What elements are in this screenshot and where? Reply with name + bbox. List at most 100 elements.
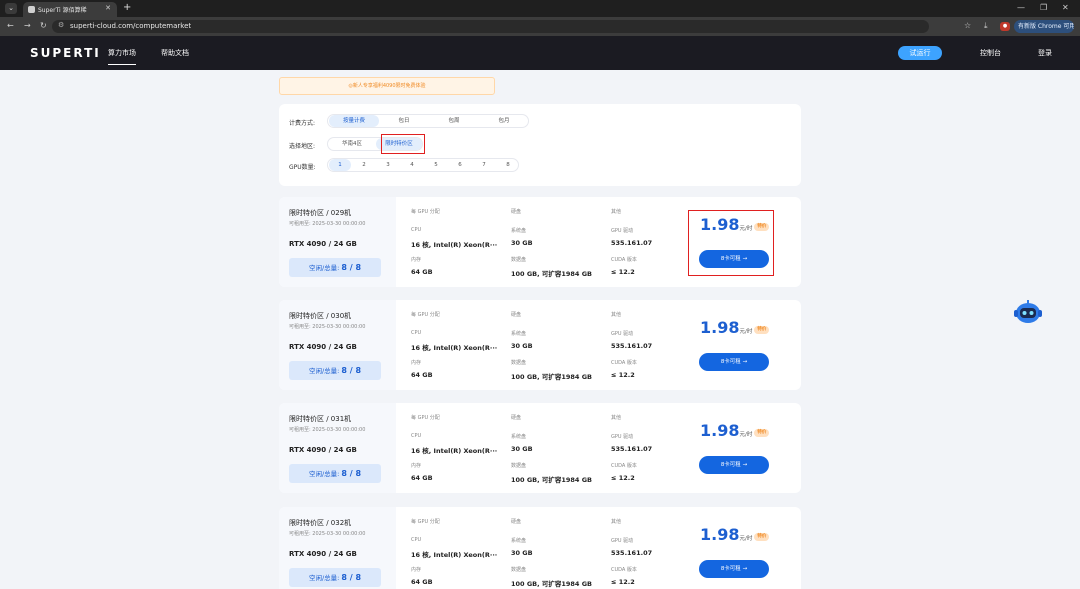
download-icon[interactable]: ⤓ — [984, 21, 988, 31]
gpu-driver-value: 535.161.07 — [611, 342, 653, 350]
trial-button[interactable]: 试运行 — [898, 46, 942, 60]
promo-notice[interactable]: ◎新人专享福利4090限时免费体验 — [279, 77, 495, 95]
browser-toolbar: ← → ↻ ⚙ superti-cloud.com/computemarket … — [0, 17, 1080, 36]
gpu-count-selector: 1 2 3 4 5 6 7 8 — [327, 158, 519, 172]
machine-card: 限时特价区 / 030机 可租用至: 2025-03-30 00:00:00 R… — [279, 300, 801, 390]
extension-icon[interactable]: ● — [1000, 22, 1010, 31]
other-label: 其他 — [611, 312, 622, 318]
free-total-value: 8 / 8 — [341, 263, 362, 272]
machine-card: 限时特价区 / 032机 可租用至: 2025-03-30 00:00:00 R… — [279, 507, 801, 589]
per-gpu-label: 每 GPU 分配 — [411, 209, 440, 215]
memory-value: 64 GB — [411, 268, 433, 276]
highlight-box-price — [688, 210, 774, 276]
system-disk-value: 30 GB — [511, 549, 533, 557]
memory-label: 内存 — [411, 463, 422, 469]
gpu-option-3[interactable]: 3 — [377, 159, 399, 171]
billing-option-weekly[interactable]: 包周 — [429, 115, 479, 127]
system-disk-label: 系统盘 — [511, 538, 527, 544]
data-disk-value: 100 GB, 可扩容1984 GB — [511, 270, 592, 278]
reload-icon[interactable]: ↻ — [40, 21, 47, 30]
browser-tab-bar: ⌄ SuperTi 源佰算稀 ✕ + — ❐ ✕ — [0, 0, 1080, 17]
price: 1.98元/时 特价 — [700, 318, 770, 337]
system-disk-label: 系统盘 — [511, 331, 527, 337]
data-disk-label: 数据盘 — [511, 257, 527, 263]
price: 1.98元/时 特价 — [700, 421, 770, 440]
nav-help-docs[interactable]: 帮助文档 — [161, 48, 189, 58]
billing-option-hourly[interactable]: 按量计费 — [329, 115, 379, 127]
tab-title: SuperTi 源佰算稀 — [38, 7, 87, 14]
cuda-label: CUDA 版本 — [611, 463, 637, 469]
gpu-driver-value: 535.161.07 — [611, 239, 653, 247]
free-total-badge: 空闲/总量: 8 / 8 — [289, 568, 381, 587]
tab-search-icon[interactable]: ⌄ — [5, 3, 17, 14]
rent-button[interactable]: 8卡可租 → — [699, 560, 769, 578]
billing-selector: 按量计费 包日 包周 包月 — [327, 114, 529, 128]
gpu-option-6[interactable]: 6 — [449, 159, 471, 171]
system-disk-value: 30 GB — [511, 239, 533, 247]
cpu-label: CPU — [411, 227, 422, 233]
address-bar[interactable]: ⚙ superti-cloud.com/computemarket — [52, 20, 929, 33]
machine-title: 限时特价区 / 031机 — [289, 415, 352, 423]
new-tab-icon[interactable]: + — [123, 2, 131, 14]
restore-icon[interactable]: ❐ — [1040, 3, 1047, 12]
machine-title: 限时特价区 / 030机 — [289, 312, 352, 320]
support-bot-icon[interactable] — [1012, 298, 1044, 326]
console-link[interactable]: 控制台 — [980, 48, 1001, 58]
cpu-label: CPU — [411, 537, 422, 543]
chrome-update-button[interactable]: 有新版 Chrome 可用 — [1014, 20, 1074, 33]
cuda-value: ≤ 12.2 — [611, 371, 635, 379]
back-icon[interactable]: ← — [7, 21, 14, 30]
forward-icon[interactable]: → — [24, 21, 31, 30]
gpu-option-4[interactable]: 4 — [401, 159, 423, 171]
gpu-option-5[interactable]: 5 — [425, 159, 447, 171]
price-value: 1.98 — [700, 421, 740, 440]
special-tag: 特价 — [754, 533, 770, 541]
cuda-value: ≤ 12.2 — [611, 268, 635, 276]
gpu-option-8[interactable]: 8 — [497, 159, 519, 171]
free-total-value: 8 / 8 — [341, 573, 362, 582]
region-option-south4[interactable]: 华南4区 — [329, 138, 375, 150]
cuda-value: ≤ 12.2 — [611, 474, 635, 482]
billing-option-monthly[interactable]: 包月 — [479, 115, 529, 127]
browser-tab[interactable]: SuperTi 源佰算稀 ✕ — [23, 2, 117, 17]
other-label: 其他 — [611, 415, 622, 421]
free-total-badge: 空闲/总量: 8 / 8 — [289, 464, 381, 483]
cpu-value: 16 核, Intel(R) Xeon(R··· — [411, 551, 498, 559]
gpu-option-1[interactable]: 1 — [329, 159, 351, 171]
data-disk-value: 100 GB, 可扩容1984 GB — [511, 476, 592, 484]
system-disk-value: 30 GB — [511, 342, 533, 350]
data-disk-value: 100 GB, 可扩容1984 GB — [511, 373, 592, 381]
site-logo[interactable]: SUPERTI — [30, 46, 101, 60]
price-unit: 元/时 — [739, 432, 753, 438]
window-close-icon[interactable]: ✕ — [1062, 3, 1069, 12]
gpu-driver-label: GPU 驱动 — [611, 434, 634, 440]
other-label: 其他 — [611, 209, 622, 215]
gpu-option-2[interactable]: 2 — [353, 159, 375, 171]
billing-option-daily[interactable]: 包日 — [379, 115, 429, 127]
memory-value: 64 GB — [411, 371, 433, 379]
data-disk-label: 数据盘 — [511, 463, 527, 469]
card-summary: 限时特价区 / 031机 可租用至: 2025-03-30 00:00:00 R… — [279, 403, 396, 493]
gpu-driver-label: GPU 驱动 — [611, 331, 634, 337]
per-gpu-label: 每 GPU 分配 — [411, 519, 440, 525]
rent-until-date: 可租用至: 2025-03-30 00:00:00 — [289, 531, 366, 537]
free-total-value: 8 / 8 — [341, 469, 362, 478]
cpu-value: 16 核, Intel(R) Xeon(R··· — [411, 344, 498, 352]
bookmark-star-icon[interactable]: ☆ — [964, 21, 971, 30]
gpu-driver-value: 535.161.07 — [611, 445, 653, 453]
gpu-option-7[interactable]: 7 — [473, 159, 495, 171]
cpu-value: 16 核, Intel(R) Xeon(R··· — [411, 241, 498, 249]
billing-label: 计费方式: — [289, 120, 316, 127]
site-info-icon[interactable]: ⚙ — [58, 21, 64, 29]
minimize-icon[interactable]: — — [1017, 3, 1025, 12]
machine-card: 限时特价区 / 031机 可租用至: 2025-03-30 00:00:00 R… — [279, 403, 801, 493]
free-label: 空闲/总量: — [308, 574, 340, 582]
nav-compute-market[interactable]: 算力市场 — [108, 48, 136, 65]
per-gpu-label: 每 GPU 分配 — [411, 312, 440, 318]
rent-button[interactable]: 8卡可租 → — [699, 456, 769, 474]
region-label: 选择地区: — [289, 143, 316, 150]
price-unit: 元/时 — [739, 536, 753, 542]
rent-button[interactable]: 8卡可租 → — [699, 353, 769, 371]
close-tab-icon[interactable]: ✕ — [105, 4, 111, 12]
login-link[interactable]: 登录 — [1038, 48, 1052, 58]
